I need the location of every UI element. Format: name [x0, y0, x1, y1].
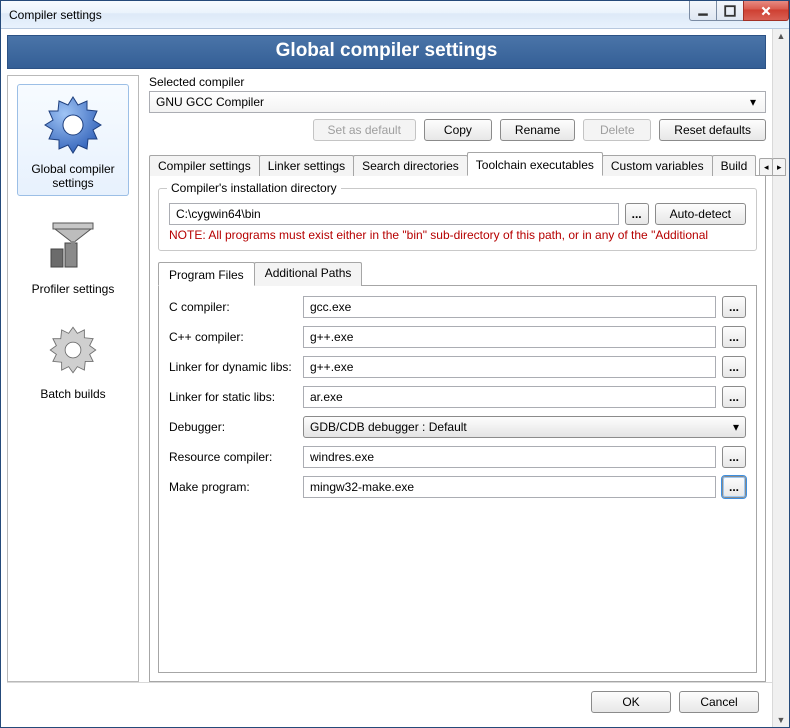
compiler-settings-window: Compiler settings ▲ ▼ Global compiler se… [0, 0, 790, 728]
tab-scroll-right-button[interactable]: ▸ [772, 158, 786, 176]
minimize-button[interactable] [689, 1, 717, 21]
gear-blue-icon [37, 89, 109, 161]
rename-button[interactable]: Rename [500, 119, 575, 141]
profiler-icon [37, 209, 109, 281]
tab-linker-settings[interactable]: Linker settings [259, 155, 354, 176]
program-path-input[interactable]: mingw32-make.exe [303, 476, 716, 498]
install-dir-input[interactable]: C:\cygwin64\bin [169, 203, 619, 225]
form-row: C compiler: gcc.exe... [169, 296, 746, 318]
program-path-input[interactable]: gcc.exe [303, 296, 716, 318]
program-path-input[interactable]: windres.exe [303, 446, 716, 468]
window-buttons [690, 1, 789, 21]
maximize-button[interactable] [716, 1, 744, 21]
tab-scroll-buttons: ◂ ▸ [759, 157, 785, 175]
browse-install-dir-button[interactable]: ... [625, 203, 649, 225]
program-path-input[interactable]: g++.exe [303, 356, 716, 378]
field-label: C++ compiler: [169, 330, 297, 344]
reset-defaults-button[interactable]: Reset defaults [659, 119, 766, 141]
inner-tabs: Program Files Additional Paths [158, 261, 757, 286]
page-title: Global compiler settings [7, 35, 766, 69]
program-files-page: C compiler: gcc.exe... C++ compiler: g++.ex… [158, 286, 757, 673]
field-label: Resource compiler: [169, 450, 297, 464]
gear-gray-icon [37, 314, 109, 386]
selected-compiler-dropdown[interactable]: GNU GCC Compiler ▾ [149, 91, 766, 113]
form-row: Make program: mingw32-make.exe... [169, 476, 746, 498]
auto-detect-button[interactable]: Auto-detect [655, 203, 746, 225]
main-row: Global compiler settings Profiler settin… [7, 75, 766, 682]
browse-button[interactable]: ... [722, 446, 746, 468]
toolchain-tab-page: Compiler's installation directory C:\cyg… [149, 176, 766, 682]
tab-custom-variables[interactable]: Custom variables [602, 155, 713, 176]
ok-button[interactable]: OK [591, 691, 671, 713]
tab-scroll-left-button[interactable]: ◂ [759, 158, 773, 176]
set-as-default-button[interactable]: Set as default [313, 119, 416, 141]
copy-button[interactable]: Copy [424, 119, 492, 141]
program-path-input[interactable]: ar.exe [303, 386, 716, 408]
vertical-scrollbar[interactable]: ▲ ▼ [772, 29, 789, 727]
sidebar-item-global-compiler[interactable]: Global compiler settings [17, 84, 129, 196]
browse-button[interactable]: ... [722, 476, 746, 498]
install-dir-note: NOTE: All programs must exist either in … [169, 228, 746, 242]
client-area: ▲ ▼ Global compiler settings [1, 29, 789, 727]
sidebar: Global compiler settings Profiler settin… [7, 75, 139, 682]
scroll-down-icon: ▼ [777, 715, 786, 725]
form-row: C++ compiler: g++.exe... [169, 326, 746, 348]
form-row: Linker for dynamic libs: g++.exe... [169, 356, 746, 378]
delete-button[interactable]: Delete [583, 119, 651, 141]
settings-tabs: Compiler settings Linker settings Search… [149, 151, 766, 176]
browse-button[interactable]: ... [722, 326, 746, 348]
debugger-dropdown[interactable]: GDB/CDB debugger : Default▾ [303, 416, 746, 438]
field-label: Debugger: [169, 420, 297, 434]
field-label: C compiler: [169, 300, 297, 314]
field-label: Linker for dynamic libs: [169, 360, 297, 374]
tab-toolchain-executables[interactable]: Toolchain executables [467, 152, 603, 176]
tab-build-options[interactable]: Build [712, 155, 757, 176]
sidebar-item-label: Profiler settings [32, 283, 115, 297]
window-title: Compiler settings [9, 8, 102, 22]
cancel-button[interactable]: Cancel [679, 691, 759, 713]
content-area: Selected compiler GNU GCC Compiler ▾ Set… [139, 75, 766, 682]
close-button[interactable] [743, 1, 789, 21]
browse-button[interactable]: ... [722, 296, 746, 318]
form-row: Debugger: GDB/CDB debugger : Default▾ [169, 416, 746, 438]
chevron-down-icon: ▾ [745, 94, 761, 110]
sidebar-item-batch-builds[interactable]: Batch builds [17, 309, 129, 407]
browse-button[interactable]: ... [722, 386, 746, 408]
tab-program-files[interactable]: Program Files [158, 262, 255, 286]
selected-compiler-label: Selected compiler [149, 75, 766, 89]
form-row: Resource compiler: windres.exe... [169, 446, 746, 468]
titlebar[interactable]: Compiler settings [1, 1, 789, 29]
field-label: Make program: [169, 480, 297, 494]
scroll-up-icon: ▲ [777, 31, 786, 41]
chevron-down-icon: ▾ [733, 420, 739, 434]
tab-compiler-settings[interactable]: Compiler settings [149, 155, 260, 176]
field-label: Linker for static libs: [169, 390, 297, 404]
sidebar-item-label: Global compiler settings [18, 163, 128, 191]
tab-search-directories[interactable]: Search directories [353, 155, 468, 176]
selected-compiler-value: GNU GCC Compiler [156, 95, 264, 109]
program-path-input[interactable]: g++.exe [303, 326, 716, 348]
browse-button[interactable]: ... [722, 356, 746, 378]
install-dir-group: Compiler's installation directory C:\cyg… [158, 188, 757, 251]
tab-additional-paths[interactable]: Additional Paths [254, 262, 363, 286]
sidebar-item-label: Batch builds [40, 388, 105, 402]
install-dir-legend: Compiler's installation directory [167, 181, 341, 195]
compiler-button-row: Set as default Copy Rename Delete Reset … [149, 119, 766, 141]
form-row: Linker for static libs: ar.exe... [169, 386, 746, 408]
sidebar-item-profiler[interactable]: Profiler settings [17, 204, 129, 302]
dialog-footer: OK Cancel [7, 682, 783, 721]
